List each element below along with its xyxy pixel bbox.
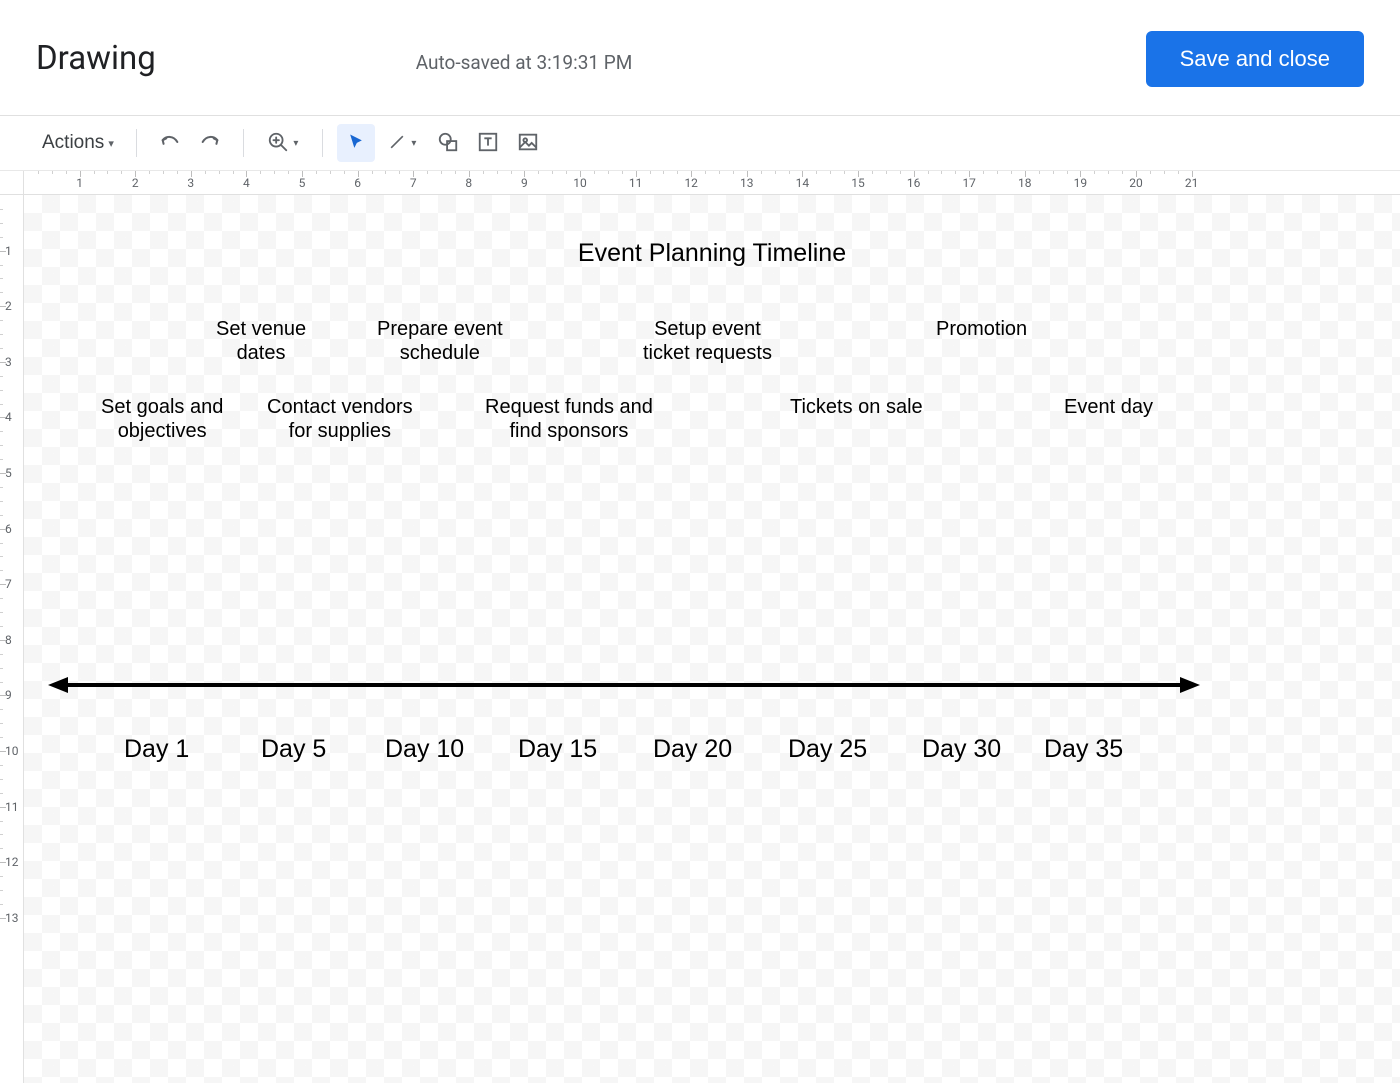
vertical-ruler: 12345678910111213: [0, 195, 24, 1083]
drawing-text[interactable]: Setup event ticket requests: [643, 317, 772, 365]
ruler-v-number: 13: [5, 911, 19, 925]
ruler-h-number: 10: [573, 176, 587, 190]
ruler-h-number: 20: [1129, 176, 1143, 190]
redo-button[interactable]: [191, 124, 229, 162]
ruler-v-number: 9: [5, 688, 12, 702]
ruler-h-number: 3: [187, 176, 194, 190]
timeline-day-label[interactable]: Day 20: [653, 735, 732, 764]
undo-icon: [159, 131, 181, 156]
line-icon: [387, 132, 407, 155]
select-tool-button[interactable]: [337, 124, 375, 162]
textbox-tool-button[interactable]: [469, 124, 507, 162]
shape-icon: [437, 131, 459, 156]
ruler-h-number: 8: [465, 176, 472, 190]
toolbar-separator: [322, 129, 323, 157]
ruler-v-number: 3: [5, 355, 12, 369]
timeline-day-label[interactable]: Day 15: [518, 735, 597, 764]
ruler-h-number: 5: [299, 176, 306, 190]
ruler-corner: [0, 171, 24, 195]
dialog-header: Drawing Auto-saved at 3:19:31 PM Save an…: [0, 0, 1400, 116]
drawing-title-text[interactable]: Event Planning Timeline: [578, 239, 846, 268]
ruler-v-number: 2: [5, 299, 12, 313]
timeline-day-label[interactable]: Day 10: [385, 735, 464, 764]
ruler-h-number: 14: [796, 176, 810, 190]
ruler-h-number: 4: [243, 176, 250, 190]
ruler-h-number: 12: [684, 176, 698, 190]
ruler-v-number: 4: [5, 410, 12, 424]
ruler-h-number: 1: [76, 176, 83, 190]
ruler-h-number: 18: [1018, 176, 1032, 190]
drawing-text[interactable]: Set venue dates: [216, 317, 306, 365]
ruler-h-number: 16: [907, 176, 921, 190]
drawing-text[interactable]: Set goals and objectives: [101, 395, 223, 443]
ruler-v-number: 5: [5, 466, 12, 480]
workspace: 123456789101112131415161718192021 123456…: [0, 171, 1400, 1083]
horizontal-ruler: 123456789101112131415161718192021: [24, 171, 1400, 195]
ruler-h-number: 21: [1185, 176, 1199, 190]
line-tool-button[interactable]: [377, 124, 427, 162]
save-and-close-button[interactable]: Save and close: [1146, 31, 1364, 87]
textbox-icon: [477, 131, 499, 156]
ruler-v-number: 7: [5, 577, 12, 591]
ruler-h-number: 2: [132, 176, 139, 190]
shape-tool-button[interactable]: [429, 124, 467, 162]
timeline-day-label[interactable]: Day 25: [788, 735, 867, 764]
zoom-button[interactable]: [258, 124, 308, 162]
ruler-v-number: 6: [5, 522, 12, 536]
ruler-h-number: 9: [521, 176, 528, 190]
toolbar-separator: [243, 129, 244, 157]
ruler-v-number: 11: [5, 800, 19, 814]
actions-label: Actions: [42, 132, 104, 154]
ruler-h-number: 15: [851, 176, 865, 190]
timeline-arrow[interactable]: [48, 673, 1200, 697]
drawing-canvas[interactable]: Event Planning Timeline Set venue dates P…: [24, 195, 1400, 1083]
ruler-v-number: 8: [5, 633, 12, 647]
cursor-icon: [346, 132, 366, 155]
image-icon: [517, 131, 539, 156]
ruler-h-number: 17: [962, 176, 976, 190]
drawing-text[interactable]: Request funds and find sponsors: [485, 395, 653, 443]
toolbar: Actions: [0, 116, 1400, 171]
ruler-h-number: 13: [740, 176, 754, 190]
redo-icon: [199, 131, 221, 156]
ruler-v-number: 1: [5, 244, 12, 258]
header-left: Drawing Auto-saved at 3:19:31 PM: [36, 39, 632, 78]
ruler-h-number: 6: [354, 176, 361, 190]
drawing-text[interactable]: Event day: [1064, 395, 1153, 419]
drawing-text[interactable]: Contact vendors for supplies: [267, 395, 413, 443]
ruler-v-number: 10: [5, 744, 19, 758]
undo-button[interactable]: [151, 124, 189, 162]
drawing-text[interactable]: Promotion: [936, 317, 1027, 341]
ruler-h-number: 19: [1074, 176, 1088, 190]
timeline-day-label[interactable]: Day 1: [124, 735, 189, 764]
autosave-status: Auto-saved at 3:19:31 PM: [416, 51, 633, 74]
ruler-v-number: 12: [5, 855, 19, 869]
dialog-title: Drawing: [36, 39, 156, 78]
zoom-icon: [267, 131, 289, 156]
timeline-day-label[interactable]: Day 5: [261, 735, 326, 764]
ruler-h-number: 7: [410, 176, 417, 190]
timeline-day-label[interactable]: Day 35: [1044, 735, 1123, 764]
toolbar-separator: [136, 129, 137, 157]
drawing-text[interactable]: Prepare event schedule: [377, 317, 503, 365]
timeline-day-label[interactable]: Day 30: [922, 735, 1001, 764]
ruler-h-number: 11: [629, 176, 643, 190]
image-tool-button[interactable]: [509, 124, 547, 162]
actions-menu-button[interactable]: Actions: [34, 126, 122, 160]
drawing-text[interactable]: Tickets on sale: [790, 395, 923, 419]
